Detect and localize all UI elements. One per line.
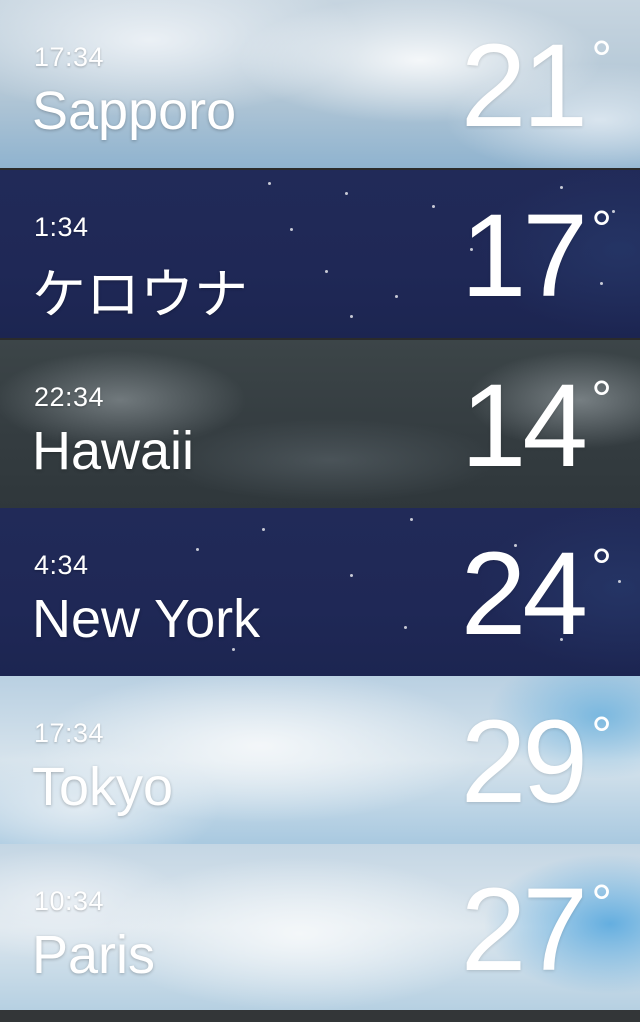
city-weather-list: 17:34 Sapporo 21 ° 1:34 ケロウナ 17 ° 22:34 … <box>0 0 640 1010</box>
city-name: Hawaii <box>32 421 195 481</box>
local-time: 4:34 <box>34 550 89 580</box>
city-name: ケロウナ <box>32 265 248 325</box>
bottom-toolbar-edge <box>0 1010 640 1022</box>
city-name: New York <box>32 589 261 649</box>
city-row-new-york[interactable]: 4:34 New York 24 ° <box>0 508 640 676</box>
temperature: 24 <box>460 528 588 660</box>
degree-symbol: ° <box>591 201 612 259</box>
degree-symbol: ° <box>591 31 612 89</box>
degree-symbol: ° <box>591 707 612 765</box>
temperature: 29 <box>460 696 588 828</box>
degree-symbol: ° <box>591 539 612 597</box>
local-time: 10:34 <box>34 886 105 916</box>
temperature: 17 <box>460 190 588 322</box>
city-row-kelowna[interactable]: 1:34 ケロウナ 17 ° <box>0 170 640 338</box>
local-time: 17:34 <box>34 42 105 72</box>
city-name: Sapporo <box>32 81 237 141</box>
temperature: 14 <box>460 360 588 492</box>
degree-symbol: ° <box>591 875 612 933</box>
temperature: 27 <box>460 864 588 996</box>
city-row-paris[interactable]: 10:34 Paris 27 ° <box>0 844 640 1010</box>
city-name: Tokyo <box>32 757 174 817</box>
city-row-hawaii[interactable]: 22:34 Hawaii 14 ° <box>0 340 640 508</box>
degree-symbol: ° <box>591 371 612 429</box>
local-time: 17:34 <box>34 718 105 748</box>
temperature: 21 <box>460 20 588 152</box>
city-name: Paris <box>32 925 156 985</box>
city-row-sapporo[interactable]: 17:34 Sapporo 21 ° <box>0 0 640 168</box>
city-row-tokyo[interactable]: 17:34 Tokyo 29 ° <box>0 676 640 844</box>
local-time: 22:34 <box>34 382 105 412</box>
local-time: 1:34 <box>34 212 89 242</box>
